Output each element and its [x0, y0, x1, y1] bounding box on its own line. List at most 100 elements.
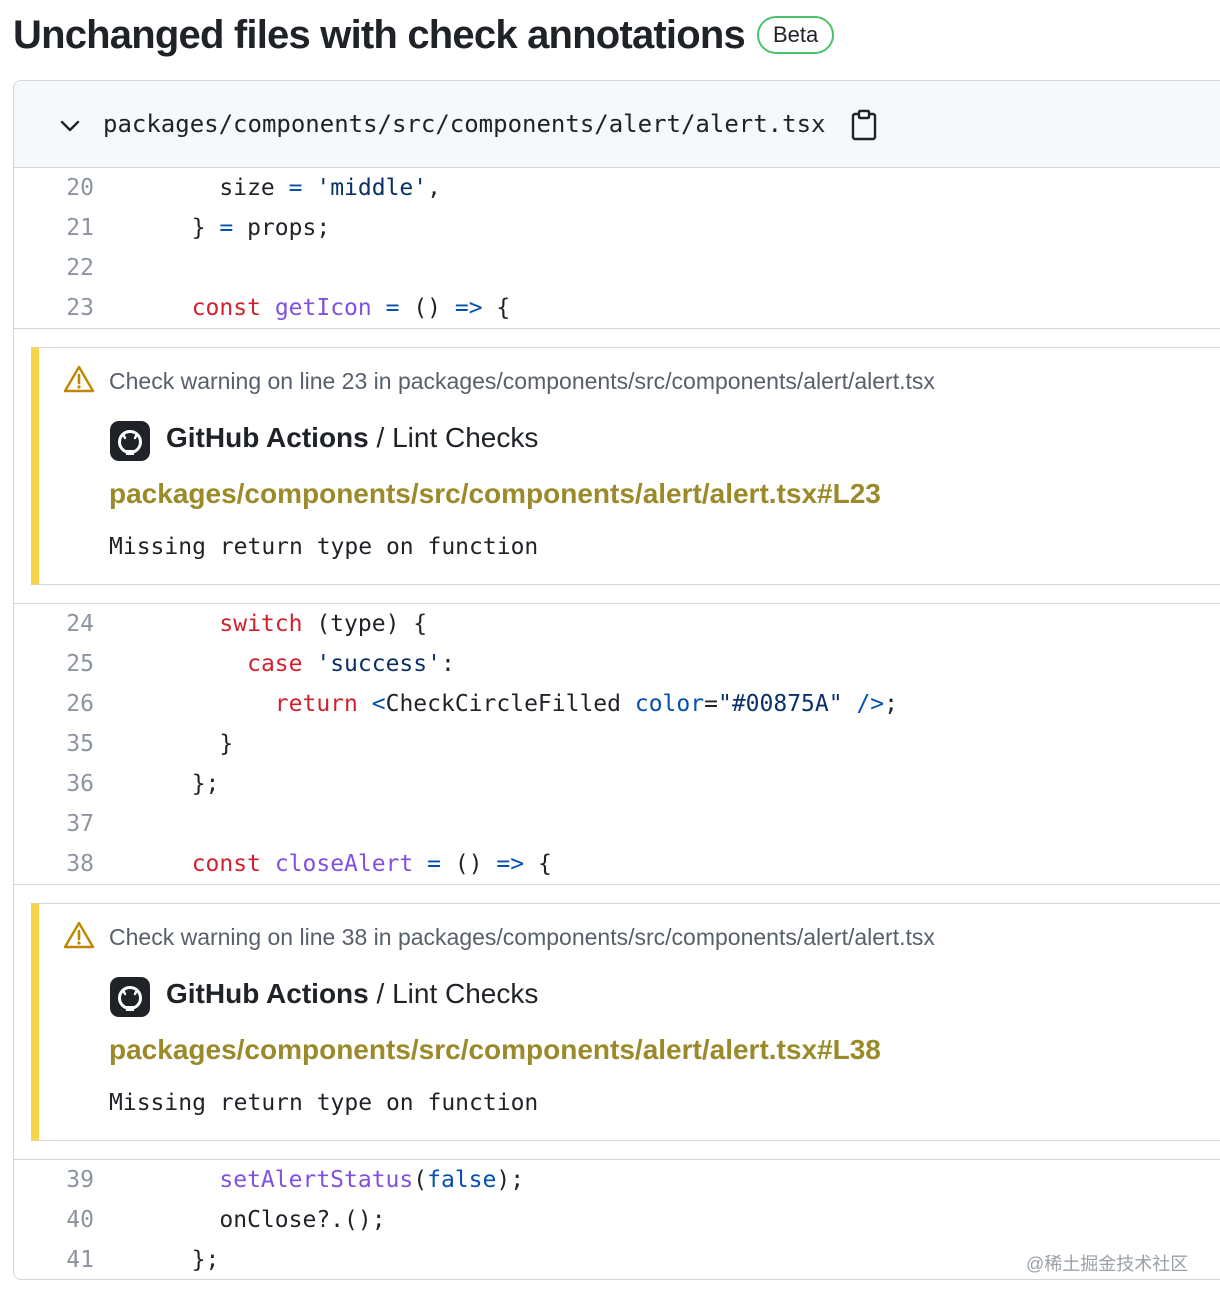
code-token: return: [274, 691, 358, 717]
annotation-message: Missing return type on function: [109, 534, 539, 560]
code-token: closeAlert: [274, 851, 414, 877]
code-line: 40 onClose?.();: [14, 1200, 1220, 1240]
line-number[interactable]: 26: [14, 684, 94, 724]
annotation-source: GitHub Actions / Lint Checks: [166, 422, 539, 453]
line-number[interactable]: 38: [14, 844, 94, 884]
line-number[interactable]: 40: [14, 1200, 94, 1240]
clipboard-icon[interactable]: [850, 109, 878, 141]
code-token: =>: [496, 851, 525, 877]
code-text: setAlertStatus(false);: [164, 1160, 524, 1200]
code-line: 35 }: [14, 724, 1220, 764]
code-block: 20 size = 'middle', 21 } = props; 22 23 con…: [14, 168, 1220, 328]
file-path[interactable]: packages/components/src/components/alert…: [103, 107, 825, 141]
chevron-down-icon[interactable]: [59, 115, 81, 137]
code-line: 39 setAlertStatus(false);: [14, 1160, 1220, 1200]
code-token: ;: [884, 691, 899, 717]
code-token: setAlertStatus: [219, 1167, 414, 1193]
code-token: =>: [454, 295, 483, 321]
code-text: const closeAlert = () => {: [164, 844, 552, 884]
line-number[interactable]: 36: [14, 764, 94, 804]
code-token: (): [441, 851, 497, 877]
code-token: =: [427, 851, 442, 877]
line-number[interactable]: 41: [14, 1240, 94, 1279]
annotation-source: GitHub Actions / Lint Checks: [166, 978, 539, 1009]
code-token: getIcon: [274, 295, 372, 321]
code-text: case 'success':: [164, 644, 455, 684]
code-line: 38 const closeAlert = () => {: [14, 844, 1220, 884]
code-line: 22: [14, 248, 1220, 288]
code-token: );: [496, 1167, 525, 1193]
code-text: };: [164, 764, 220, 804]
code-token: };: [164, 1247, 220, 1273]
line-number[interactable]: 35: [14, 724, 94, 764]
code-text: size = 'middle',: [164, 168, 441, 208]
code-line: 37: [14, 804, 1220, 844]
code-line: 25 case 'success':: [14, 644, 1220, 684]
code-token: (: [413, 1167, 428, 1193]
file-diff-box: packages/components/src/components/alert…: [13, 80, 1220, 1280]
code-token: CheckCircleFilled: [385, 691, 621, 717]
code-token: const: [191, 295, 261, 321]
annotation-link[interactable]: packages/components/src/components/alert…: [109, 478, 881, 510]
line-number[interactable]: 23: [14, 288, 94, 328]
code-text: const getIcon = () => {: [164, 288, 511, 328]
code-token: 'middle': [316, 175, 428, 201]
divider: [14, 884, 1220, 885]
code-line: 36 };: [14, 764, 1220, 804]
code-token: color: [634, 691, 705, 717]
check-annotation: Check warning on line 38 in packages/com…: [31, 903, 1220, 1141]
code-token: (type) {: [302, 611, 428, 637]
code-token: =: [219, 215, 234, 241]
code-token: =: [704, 691, 718, 717]
code-line: 23 const getIcon = () => {: [14, 288, 1220, 328]
code-token: false: [427, 1167, 497, 1193]
line-number[interactable]: 24: [14, 604, 94, 644]
line-number[interactable]: 22: [14, 248, 94, 288]
line-number[interactable]: 21: [14, 208, 94, 248]
code-token: ,: [427, 175, 441, 201]
line-number[interactable]: 39: [14, 1160, 94, 1200]
code-text: return <CheckCircleFilled color="#00875A…: [164, 684, 898, 724]
code-token: {: [524, 851, 552, 877]
annotation-message: Missing return type on function: [109, 1090, 539, 1116]
github-logo-icon: [110, 421, 150, 461]
warning-icon: [63, 921, 95, 949]
code-text: } = props;: [164, 208, 331, 248]
code-token: case: [247, 651, 303, 677]
code-token: size: [164, 175, 289, 201]
code-line: 20 size = 'middle',: [14, 168, 1220, 208]
beta-badge: Beta: [756, 16, 835, 54]
code-text: switch (type) {: [164, 604, 427, 644]
line-number[interactable]: 37: [14, 804, 94, 844]
code-token: }: [164, 215, 220, 241]
code-token: props;: [233, 215, 331, 241]
warning-text: Check warning on line 38 in packages/com…: [109, 924, 935, 950]
line-number[interactable]: 25: [14, 644, 94, 684]
github-logo-icon: [110, 977, 150, 1017]
code-token: 'success': [316, 651, 441, 677]
check-annotation: Check warning on line 23 in packages/com…: [31, 347, 1220, 585]
code-token: {: [482, 295, 511, 321]
code-token: =: [385, 295, 400, 321]
code-token: <: [371, 691, 386, 717]
code-line: 26 return <CheckCircleFilled color="#008…: [14, 684, 1220, 724]
code-text: };: [164, 1240, 220, 1279]
annotation-link[interactable]: packages/components/src/components/alert…: [109, 1034, 881, 1066]
watermark: @稀土掘金技术社区: [1026, 1254, 1189, 1274]
line-number[interactable]: 20: [14, 168, 94, 208]
divider: [14, 328, 1220, 329]
code-token: };: [164, 771, 220, 797]
code-token: :: [440, 651, 455, 677]
code-line: 24 switch (type) {: [14, 604, 1220, 644]
page-title: Unchanged files with check annotations: [13, 12, 746, 57]
code-token: (): [399, 295, 455, 321]
